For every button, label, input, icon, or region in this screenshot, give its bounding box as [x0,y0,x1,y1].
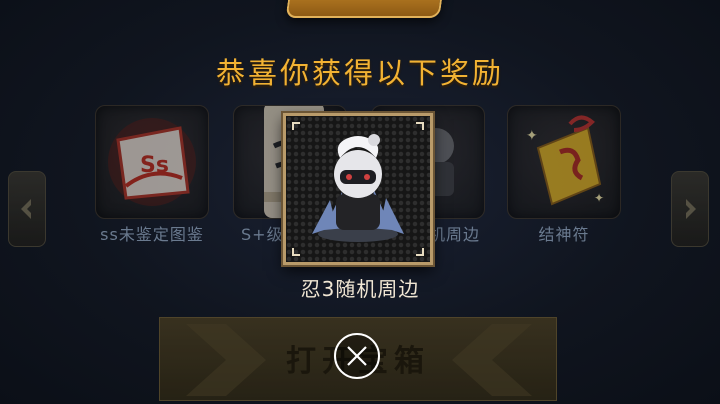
talisman-icon: ✦ ✦ [526,115,604,206]
frame-corner [416,122,424,130]
ss-scroll-icon: Ss [108,118,196,206]
frame-corner [292,248,300,256]
treasure-chest-lid [285,0,445,18]
reward-title: 恭喜你获得以下奖励 [215,56,504,90]
svg-text:✦: ✦ [526,128,538,144]
close-icon [347,346,367,366]
close-button[interactable] [334,333,380,379]
chevron-right-icon [686,199,696,219]
featured-reward-label: 忍3随机周边 [300,277,420,301]
reward-label-4: 结神符 [538,225,590,244]
reward-label-1: ss未鉴定图鉴 [100,225,204,244]
featured-reward-card[interactable] [283,113,433,265]
previous-arrow-button[interactable] [8,171,46,247]
frame-corner [416,248,424,256]
next-arrow-button[interactable] [671,171,709,247]
reward-card-4[interactable]: ✦ ✦ [507,105,621,219]
ninja-chibi-figure-icon [312,134,404,242]
reward-card-1[interactable]: Ss [95,105,209,219]
chevron-left-icon [21,199,31,219]
svg-text:✦: ✦ [594,191,604,205]
frame-corner [292,122,300,130]
